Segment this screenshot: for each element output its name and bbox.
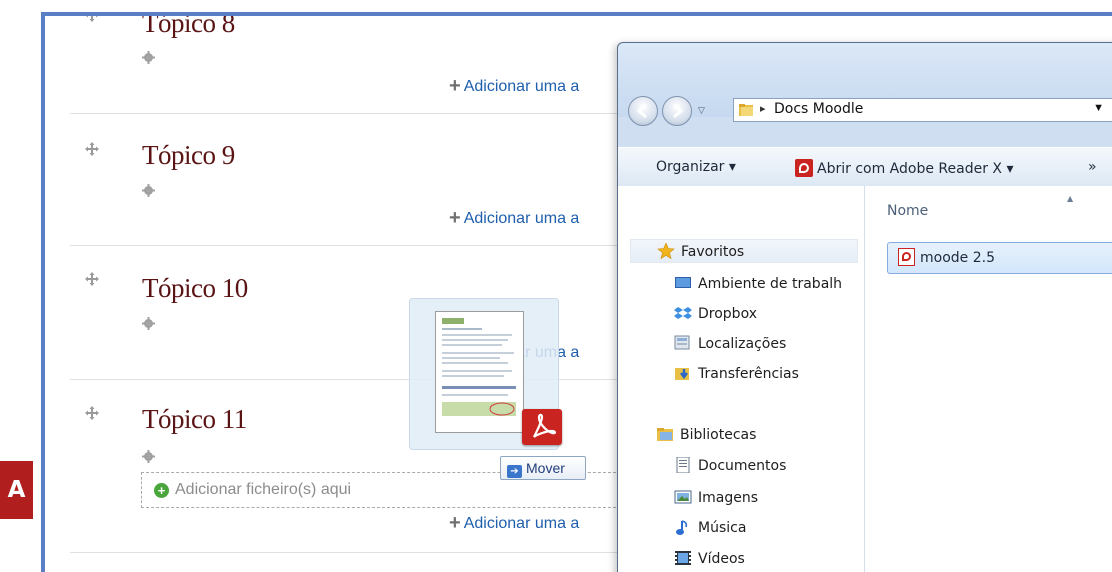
forward-button[interactable] <box>662 96 692 126</box>
explorer-window[interactable]: ▽ ▸ Docs Moodle ▼ Organizar ▾ Abrir com … <box>617 42 1112 572</box>
open-with-button[interactable]: Abrir com Adobe Reader X ▾ <box>795 159 1013 177</box>
organize-button[interactable]: Organizar ▾ <box>656 159 736 175</box>
nav-favorites[interactable]: Favoritos <box>630 239 858 263</box>
move-icon[interactable] <box>85 272 99 286</box>
move-icon[interactable] <box>85 12 99 22</box>
pictures-icon <box>674 490 692 504</box>
back-button[interactable] <box>628 96 658 126</box>
document-thumbnail <box>435 311 524 433</box>
topic-title: Tópico 11 <box>142 404 247 434</box>
drag-preview <box>409 298 562 450</box>
explorer-address-bar: ▽ ▸ Docs Moodle ▼ <box>618 43 1112 126</box>
file-item[interactable]: moode 2.5 <box>887 242 1112 274</box>
nav-downloads[interactable]: Transferências <box>674 362 799 386</box>
arrow-right-icon: ➔ <box>507 465 522 478</box>
move-icon[interactable] <box>85 142 99 156</box>
section-divider <box>70 379 670 380</box>
nav-music[interactable]: Música <box>674 516 746 540</box>
nav-libraries[interactable]: Bibliotecas <box>656 423 756 447</box>
file-list-pane: ▲ Nome moode 2.5 <box>865 186 1112 572</box>
add-file-icon: + <box>154 483 169 498</box>
star-icon <box>657 243 675 259</box>
topic-title: Tópico 8 <box>142 12 235 38</box>
address-input[interactable]: ▸ Docs Moodle ▼ <box>733 98 1112 122</box>
music-icon <box>676 520 688 535</box>
nav-videos[interactable]: Vídeos <box>674 547 745 571</box>
gear-icon[interactable] <box>142 317 155 330</box>
downloads-folder-icon <box>675 368 689 380</box>
section-label-a: A <box>0 461 33 519</box>
recent-pages-dropdown-icon[interactable]: ▽ <box>698 105 705 116</box>
documents-icon <box>676 457 690 473</box>
nav-recent-places[interactable]: Localizações <box>674 332 786 356</box>
nav-pictures[interactable]: Imagens <box>674 486 758 510</box>
libraries-icon <box>657 428 673 441</box>
adobe-reader-icon <box>795 159 813 177</box>
nav-dropbox[interactable]: Dropbox <box>674 302 757 326</box>
plus-icon: + <box>449 75 461 97</box>
topic-title: Tópico 10 <box>142 273 248 303</box>
topic-title: Tópico 9 <box>142 140 235 170</box>
address-dropdown-icon[interactable]: ▼ <box>1093 102 1104 114</box>
dropzone-label: Adicionar ficheiro(s) aqui <box>175 481 352 498</box>
nav-desktop[interactable]: Ambiente de trabalh <box>674 272 842 296</box>
folder-icon <box>739 104 753 116</box>
add-activity-link[interactable]: +Adicionar uma a <box>449 74 579 97</box>
gear-icon[interactable] <box>142 450 155 463</box>
sort-ascending-icon: ▲ <box>1067 194 1074 203</box>
move-tooltip: ➔ Mover <box>500 456 586 480</box>
gear-icon[interactable] <box>142 184 155 197</box>
add-activity-link[interactable]: +Adicionar uma a <box>449 511 579 534</box>
section-divider <box>70 113 670 114</box>
section-divider <box>70 245 670 246</box>
explorer-command-bar: Organizar ▾ Abrir com Adobe Reader X ▾ » <box>618 147 1112 187</box>
pdf-file-icon <box>898 248 915 266</box>
back-arrow-icon <box>636 103 647 119</box>
add-activity-link[interactable]: +Adicionar uma a <box>449 206 579 229</box>
column-header-name[interactable]: Nome <box>887 203 928 219</box>
plus-icon: + <box>449 512 461 534</box>
section-divider <box>70 552 670 553</box>
videos-icon <box>675 551 691 565</box>
screenshot-frame: Tópico 8 + Adicionar uma a Tópico 9 + Adic… <box>41 12 1112 572</box>
gear-icon[interactable] <box>142 51 155 64</box>
forward-arrow-icon <box>673 103 684 119</box>
plus-icon: + <box>449 207 461 229</box>
recent-places-icon <box>674 335 690 350</box>
desktop-icon <box>675 277 691 288</box>
more-commands-button[interactable]: » <box>1088 159 1097 175</box>
move-icon[interactable] <box>85 406 99 420</box>
pdf-icon <box>522 409 562 445</box>
navigation-pane: Favoritos Ambiente de trabalh Dropbox Lo… <box>618 186 865 572</box>
breadcrumb-arrow-icon: ▸ <box>760 103 766 115</box>
nav-documents[interactable]: Documentos <box>674 454 786 478</box>
dropbox-icon <box>674 307 692 319</box>
